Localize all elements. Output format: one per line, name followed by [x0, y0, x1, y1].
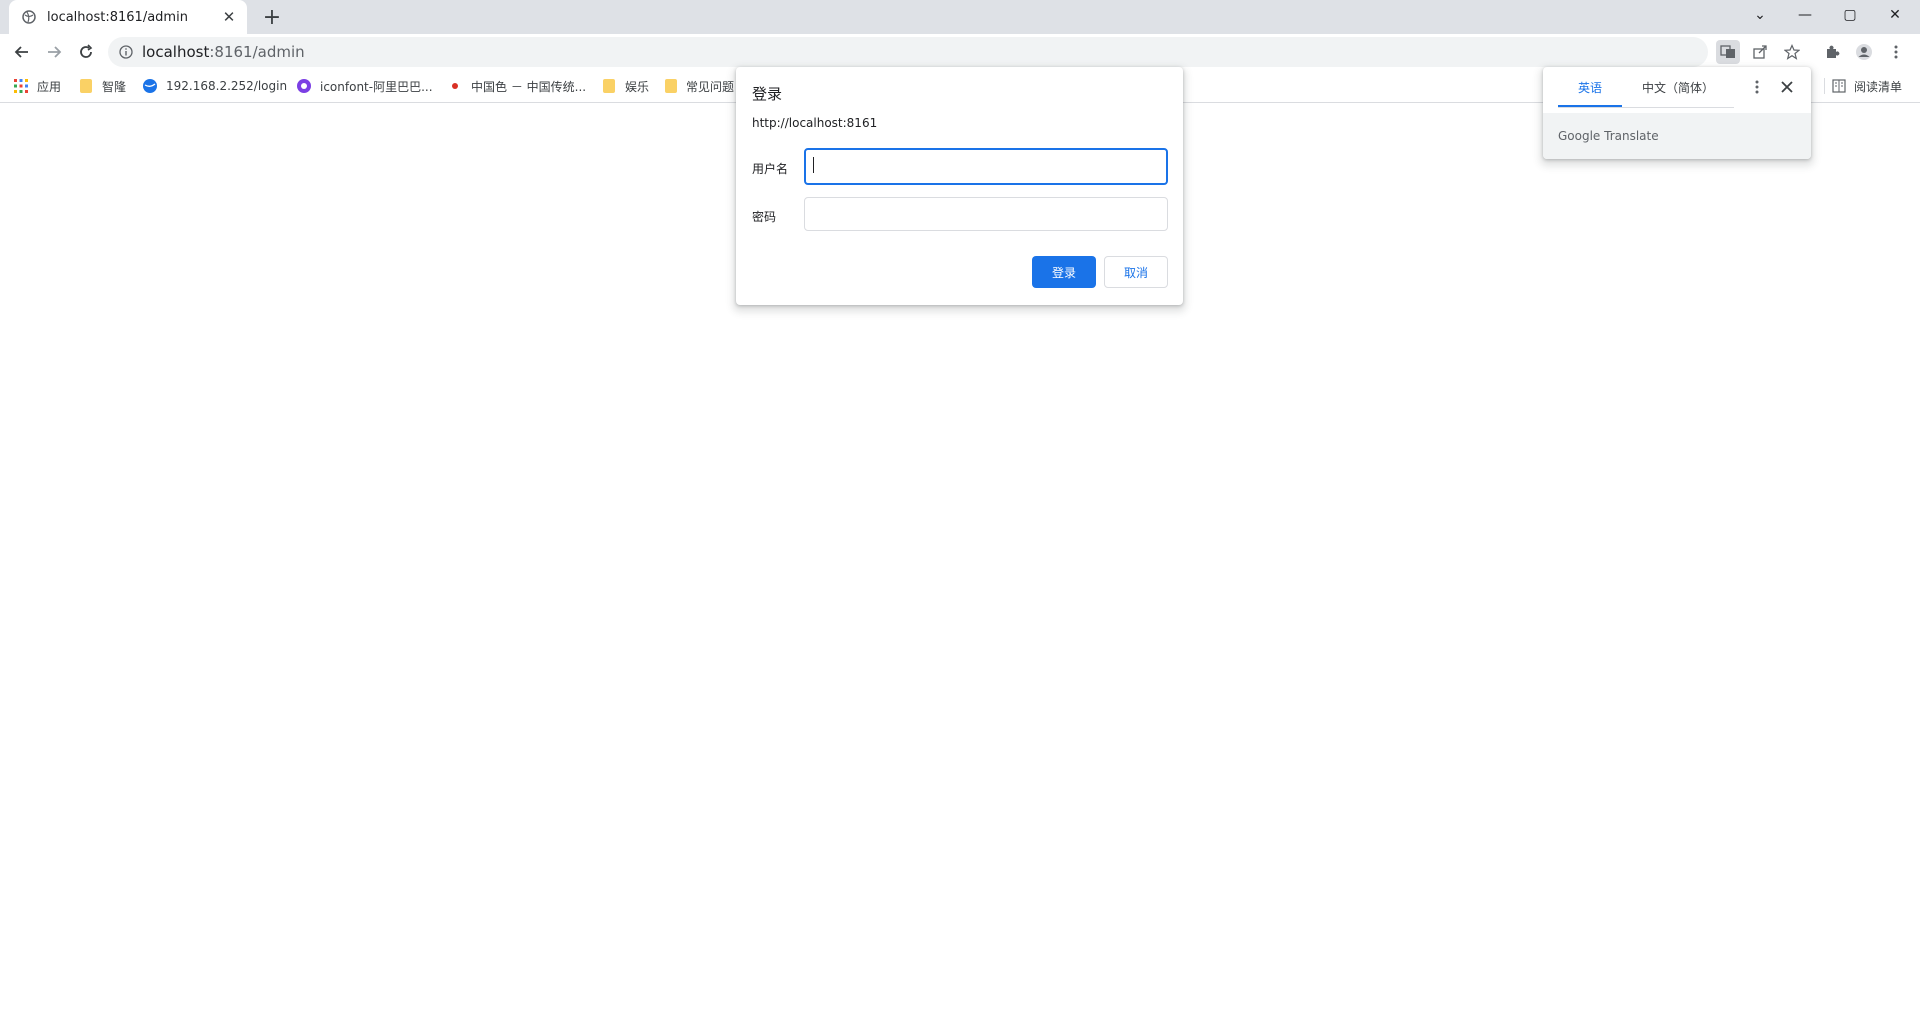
folder-icon	[78, 78, 94, 94]
forward-arrow-icon	[48, 46, 62, 58]
login-dialog: 登录 http://localhost:8161 用户名 密码 登录 取消	[736, 67, 1183, 305]
translate-icon[interactable]	[1716, 40, 1740, 64]
globe-icon	[21, 9, 37, 25]
bookmark-label: 中国色 － 中国传统...	[471, 79, 587, 94]
address-bar[interactable]: localhost:8161/admin	[108, 37, 1708, 67]
maximize-button[interactable]: ▢	[1830, 0, 1870, 30]
cancel-button[interactable]: 取消	[1104, 256, 1168, 288]
bookmark-label: 应用	[37, 79, 62, 94]
reload-button[interactable]	[72, 38, 100, 66]
bookmark-folder-faq[interactable]: 常见问题	[664, 70, 734, 102]
google-translate-label: Google Translate	[1558, 129, 1659, 143]
bookmark-iconfont[interactable]: iconfont-阿里巴巴...	[296, 70, 433, 102]
bookmark-apps[interactable]: 应用	[13, 70, 61, 102]
red-dot-icon	[447, 78, 463, 94]
tab-search-icon[interactable]: ⌄	[1740, 0, 1780, 30]
username-input[interactable]	[804, 148, 1168, 185]
browser-toolbar: localhost:8161/admin	[0, 34, 1920, 70]
chrome-menu-icon[interactable]	[1884, 40, 1908, 64]
bookmark-folder-yule[interactable]: 娱乐	[601, 70, 649, 102]
close-icon[interactable]	[1775, 75, 1799, 99]
reading-list-icon	[1832, 78, 1848, 94]
back-arrow-icon	[14, 46, 28, 58]
dialog-origin: http://localhost:8161	[752, 116, 878, 130]
dialog-title: 登录	[752, 85, 783, 103]
bookmark-label: 智隆	[102, 79, 127, 94]
tab-title: localhost:8161/admin	[47, 9, 188, 25]
apps-grid-icon	[13, 78, 29, 94]
url-path: :8161/admin	[209, 43, 305, 61]
password-label: 密码	[752, 210, 777, 224]
profile-avatar-icon[interactable]	[1852, 40, 1876, 64]
tabs-divider	[1558, 107, 1734, 108]
bookmark-label: 娱乐	[625, 79, 650, 94]
divider	[1824, 78, 1825, 94]
url-text[interactable]: localhost:8161/admin	[142, 43, 305, 61]
site-info-icon[interactable]	[118, 44, 134, 60]
translate-footer: Google Translate	[1543, 113, 1811, 159]
new-tab-button[interactable]: +	[260, 5, 284, 30]
minimize-button[interactable]: —	[1785, 0, 1825, 30]
extensions-puzzle-icon[interactable]	[1820, 40, 1844, 64]
bookmark-login[interactable]: 192.168.2.252/login	[142, 70, 287, 102]
reload-icon	[80, 44, 93, 58]
url-host: localhost	[142, 43, 210, 61]
more-options-icon[interactable]	[1745, 75, 1769, 99]
back-button[interactable]	[8, 38, 36, 66]
bookmark-label: iconfont-阿里巴巴...	[320, 79, 433, 94]
text-caret	[813, 157, 814, 173]
tab-strip: localhost:8161/admin ✕ + ⌄ — ▢ ✕	[0, 0, 1920, 34]
tab-source-language[interactable]: 英语	[1558, 67, 1622, 107]
iconfont-logo-icon	[296, 78, 312, 94]
folder-icon	[601, 78, 617, 94]
login-button[interactable]: 登录	[1032, 256, 1096, 288]
bookmark-label: 常见问题	[685, 79, 734, 94]
reading-list-label: 阅读清单	[1854, 79, 1903, 94]
forward-button[interactable]	[40, 38, 68, 66]
folder-icon	[664, 78, 678, 94]
bookmark-label: 192.168.2.252/login	[166, 79, 288, 93]
bookmark-folder-zhilong[interactable]: 智隆	[78, 70, 126, 102]
translate-popup: 英语 中文（简体） Google Translate	[1543, 67, 1811, 159]
tab-close-icon[interactable]: ✕	[219, 7, 239, 27]
username-label: 用户名	[752, 162, 789, 176]
window-close-button[interactable]: ✕	[1875, 0, 1915, 30]
reading-list-button[interactable]: 阅读清单	[1824, 70, 1903, 102]
password-input[interactable]	[804, 197, 1168, 231]
bookmark-star-icon[interactable]	[1780, 40, 1804, 64]
browser-tab[interactable]: localhost:8161/admin ✕	[9, 0, 247, 34]
bookmark-zhongguose[interactable]: 中国色 － 中国传统...	[447, 70, 586, 102]
share-icon[interactable]	[1748, 40, 1772, 64]
tab-target-language[interactable]: 中文（简体）	[1622, 67, 1734, 107]
site-globe-icon	[142, 78, 158, 94]
